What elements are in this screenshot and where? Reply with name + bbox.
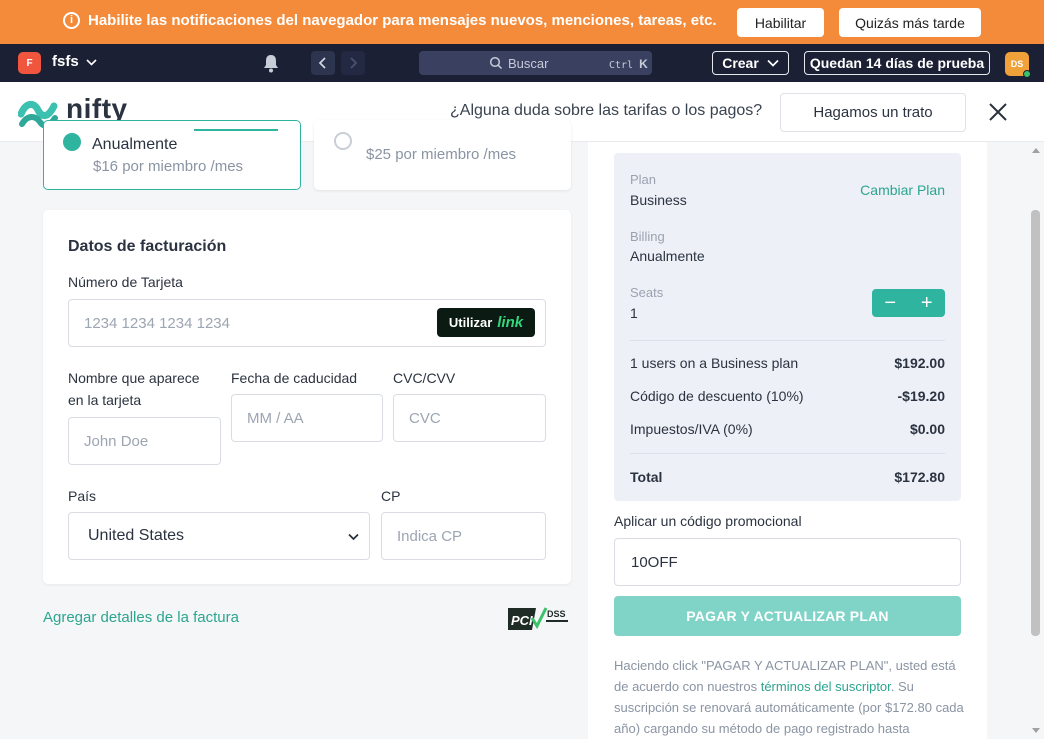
create-button[interactable]: Crear (712, 51, 789, 75)
plan-price: $16 por miembro /mes (93, 158, 244, 175)
subscriber-terms-link[interactable]: términos del suscriptor (761, 679, 891, 694)
scroll-down-arrow[interactable] (1032, 728, 1040, 733)
minus-button[interactable]: − (872, 289, 909, 317)
enable-notifications-button[interactable]: Habilitar (737, 8, 824, 37)
line-item-label: 1 users on a Business plan (630, 355, 799, 371)
card-number-label: Número de Tarjeta (68, 274, 183, 290)
seats-stepper[interactable]: − + (872, 289, 945, 317)
seats-value: 1 (630, 305, 638, 321)
country-label: País (68, 488, 97, 504)
add-invoice-details-link[interactable]: Agregar detalles de la factura (43, 609, 239, 626)
radio-selected[interactable] (63, 133, 81, 151)
top-bar: F fsfs Buscar Ctrl K Crear Quedan 14 día… (0, 44, 1044, 82)
seats-label: Seats (630, 285, 664, 300)
cvc-label: CVC/CVV (393, 370, 456, 386)
plus-button[interactable]: + (909, 289, 946, 317)
country-value: United States (88, 527, 185, 544)
divider (630, 340, 945, 341)
link-use-label: Utilizar (448, 315, 493, 330)
search-icon (489, 56, 503, 70)
online-status-dot (1023, 70, 1031, 78)
billing-value: Anualmente (630, 248, 705, 264)
terms-text: Haciendo click "PAGAR Y ACTUALIZAR PLAN"… (614, 658, 964, 736)
notification-message: Habilite las notificaciones del navegado… (88, 12, 717, 29)
chevron-down-icon (767, 59, 779, 67)
workspace-badge[interactable]: F (18, 52, 41, 74)
close-icon[interactable] (986, 100, 1010, 124)
back-button[interactable] (311, 51, 335, 75)
plan-label: Plan (630, 172, 657, 187)
avatar[interactable]: DS (1005, 52, 1031, 78)
radio-unselected[interactable] (334, 132, 352, 150)
total-value: $172.80 (894, 469, 945, 485)
line-item-label: Impuestos/IVA (0%) (630, 421, 753, 437)
notification-banner: i Habilite las notificaciones del navega… (0, 0, 1044, 44)
create-label: Crear (722, 55, 759, 71)
plan-name: Anualmente (92, 136, 178, 153)
expiry-input[interactable]: MM / AA (231, 394, 383, 442)
link-pay-button[interactable]: Utilizar link (437, 308, 535, 337)
plan-value: Business (630, 192, 687, 208)
pay-and-upgrade-button[interactable]: PAGAR Y ACTUALIZAR PLAN (614, 596, 961, 636)
scrollbar-thumb[interactable] (1031, 210, 1040, 636)
line-item-value: -$19.20 (897, 388, 945, 404)
promo-code-label: Aplicar un código promocional (614, 513, 802, 529)
change-plan-link[interactable]: Cambiar Plan (860, 182, 945, 198)
forward-button[interactable] (341, 51, 365, 75)
billing-label: Billing (630, 229, 665, 244)
trial-days-button[interactable]: Quedan 14 días de prueba (804, 51, 990, 75)
line-item-label: Código de descuento (10%) (630, 388, 804, 404)
line-item-value: $0.00 (909, 421, 945, 437)
svg-text:PCI: PCI (511, 613, 533, 628)
order-summary: Plan Business Cambiar Plan Billing Anual… (614, 153, 961, 501)
line-item-value: $192.00 (894, 355, 945, 371)
maybe-later-button[interactable]: Quizás más tarde (839, 8, 981, 37)
chevron-left-icon (318, 57, 326, 69)
search-bar[interactable]: Buscar Ctrl K (419, 51, 652, 75)
zip-label: CP (381, 488, 401, 504)
info-icon: i (63, 12, 80, 29)
search-placeholder: Buscar (508, 56, 549, 71)
zip-input[interactable]: Indica CP (381, 512, 546, 560)
cvc-input[interactable]: CVC (393, 394, 546, 442)
plan-option-monthly[interactable]: $25 por miembro /mes (314, 120, 571, 190)
promo-code-input[interactable]: 10OFF (614, 538, 961, 586)
billing-details-card: Datos de facturación Número de Tarjeta 1… (43, 210, 571, 584)
divider (630, 453, 945, 454)
svg-text:DSS: DSS (547, 609, 566, 619)
plan-option-annual[interactable]: Anualmente $16 por miembro /mes (43, 120, 301, 190)
pricing-question: ¿Alguna duda sobre las tarifas o los pag… (450, 102, 763, 119)
avatar-initials: DS (1010, 59, 1024, 69)
link-brand-label: link (497, 314, 524, 331)
bell-icon[interactable] (262, 53, 280, 73)
scroll-up-arrow[interactable] (1032, 148, 1040, 153)
pci-dss-badge-icon: PCI DSS (508, 607, 568, 630)
expiry-label: Fecha de caducidad (231, 370, 358, 386)
chevron-down-icon (348, 533, 359, 541)
chevron-down-icon[interactable] (85, 57, 98, 67)
chevron-right-icon (350, 57, 358, 69)
billing-title: Datos de facturación (68, 238, 227, 255)
make-deal-button[interactable]: Hagamos un trato (780, 93, 966, 132)
workspace-name[interactable]: fsfs (52, 53, 79, 70)
country-select[interactable]: United States (68, 512, 370, 560)
cardholder-name-label: Nombre que aparece en la tarjeta (68, 370, 200, 408)
total-label: Total (630, 469, 663, 485)
search-shortcut: Ctrl K (609, 57, 648, 71)
cardholder-name-input[interactable]: John Doe (68, 417, 221, 465)
savings-badge (194, 129, 278, 143)
plan-price: $25 por miembro /mes (366, 146, 517, 163)
